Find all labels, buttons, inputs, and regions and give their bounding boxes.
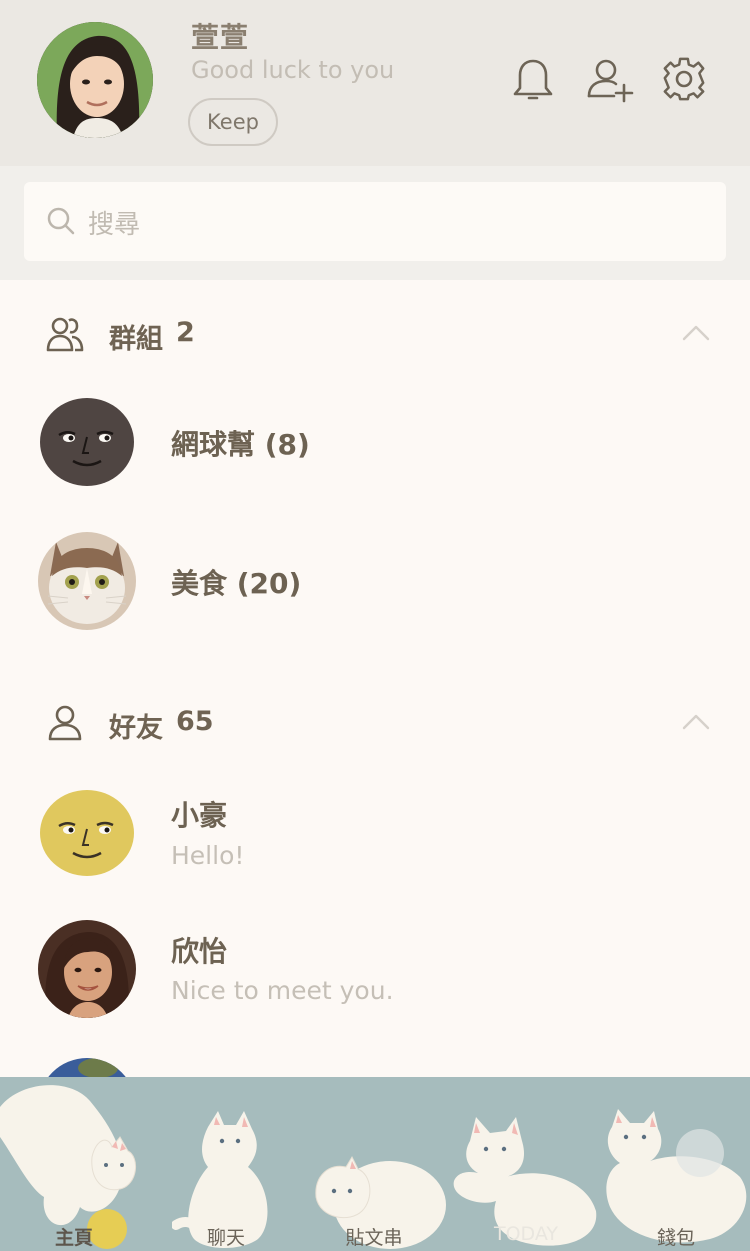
friends-count: 65 [176, 706, 214, 737]
group-row-tennis[interactable]: 網球幫 (8) [0, 383, 750, 503]
search-icon [47, 207, 75, 235]
bottom-tab-bar: 主頁 聊天 貼文串 TODAY 錢包 [0, 1077, 750, 1251]
search-placeholder: 搜尋 [88, 210, 141, 240]
friends-section-header[interactable]: 好友 65 [0, 692, 750, 752]
friend-avatar [39, 789, 135, 877]
friend-avatar [38, 920, 136, 1018]
group-avatar [39, 397, 135, 487]
friend-row-xinyi[interactable]: 欣怡 Nice to meet you. [0, 910, 750, 1030]
profile-header: 萱萱 Good luck to you Keep [0, 0, 750, 166]
group-name: 網球幫 (8) [171, 428, 310, 461]
search-bar-area: 搜尋 [0, 166, 750, 280]
person-icon [48, 705, 82, 741]
chevron-up-icon[interactable] [680, 321, 712, 345]
add-friend-icon[interactable] [586, 55, 634, 103]
profile-avatar[interactable] [37, 22, 153, 138]
groups-count: 2 [176, 317, 195, 348]
profile-name: 萱萱 [191, 21, 250, 54]
search-input[interactable]: 搜尋 [24, 182, 726, 261]
tab-timeline[interactable]: 貼文串 [314, 1223, 434, 1250]
tab-today[interactable]: TODAY [466, 1223, 586, 1245]
friend-name: 小豪 [171, 799, 228, 832]
chevron-up-icon[interactable] [680, 710, 712, 734]
friend-status: Nice to meet you. [171, 976, 394, 1005]
gear-icon[interactable] [660, 55, 708, 103]
profile-status-message[interactable]: Good luck to you [191, 56, 394, 84]
tab-home[interactable]: 主頁 [14, 1223, 134, 1250]
tab-wallet[interactable]: 錢包 [616, 1223, 736, 1250]
friends-section-label: 好友 [109, 713, 163, 744]
group-icon [46, 317, 84, 352]
bell-icon[interactable] [509, 55, 557, 103]
friend-row-xiaohao[interactable]: 小豪 Hello! [0, 775, 750, 895]
keep-button[interactable]: Keep [188, 98, 278, 146]
tab-chat[interactable]: 聊天 [166, 1223, 286, 1250]
group-avatar [38, 532, 136, 630]
friend-status: Hello! [171, 841, 245, 870]
groups-section-header[interactable]: 群組 2 [0, 303, 750, 363]
group-name: 美食 (20) [171, 567, 302, 600]
groups-section-label: 群組 [109, 324, 163, 355]
friend-name: 欣怡 [171, 935, 228, 968]
group-row-food[interactable]: 美食 (20) [0, 520, 750, 640]
